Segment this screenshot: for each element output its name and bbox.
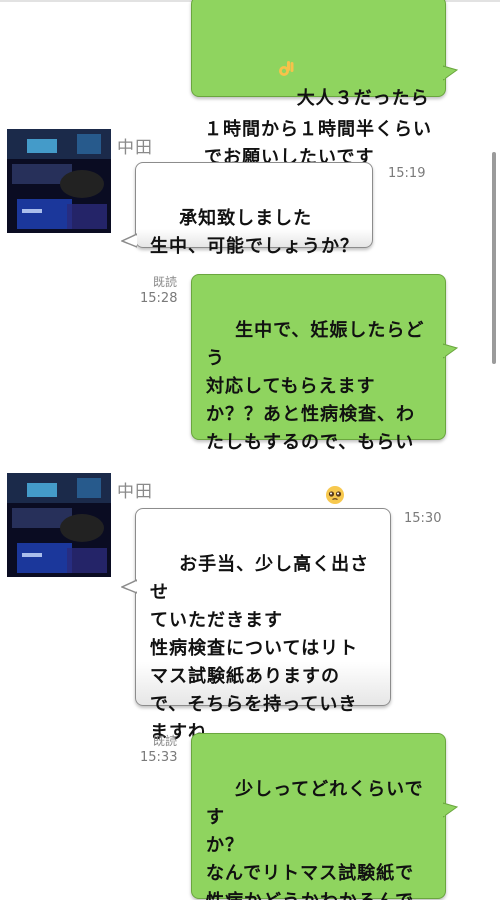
bubble-tail	[442, 285, 459, 359]
message-timestamp: 15:30	[404, 511, 442, 526]
incoming-message-bubble[interactable]: 承知致しました 生中、可能でしょうか？	[120, 162, 373, 257]
outgoing-message-bubble[interactable]: 少しってどれくらいです か？ なんでリトマス試験紙で 性病かどうかわかるんで す…	[191, 733, 459, 900]
contact-name: 中田	[117, 482, 153, 502]
outgoing-message-bubble[interactable]: 生中で、妊娠したらどう 対応してもらえます か？？あと性病検査、わ たしもするの…	[191, 274, 459, 535]
outgoing-message-bubble[interactable]: 大人３だったら１時間から１時間半くらいでお願いしたいです	[191, 0, 459, 219]
message-timestamp: 15:33	[140, 750, 178, 765]
chat-screen: 大人３だったら１時間から１時間半くらいでお願いしたいです 中田 承知致しました …	[0, 0, 500, 900]
bubble-tail	[442, 7, 459, 81]
message-text: 少しってどれくらいです か？ なんでリトマス試験紙で 性病かどうかわかるんで す…	[206, 779, 424, 900]
incoming-message-bubble[interactable]: お手当、少し高く出させ ていただきます 性病検査についてはリト マス試験紙ありま…	[120, 508, 391, 743]
scrollbar[interactable]	[492, 152, 496, 364]
contact-avatar[interactable]	[7, 129, 111, 233]
ok-hand-emoji	[233, 31, 297, 116]
bubble-tail	[442, 744, 459, 818]
message-timestamp: 15:19	[388, 166, 426, 181]
read-receipt: 既読	[153, 275, 178, 289]
bubble-tail	[120, 521, 139, 595]
contact-name: 中田	[117, 138, 153, 158]
message-text: お手当、少し高く出させ ていただきます 性病検査についてはリト マス試験紙ありま…	[150, 554, 370, 743]
bubble-tail	[120, 175, 139, 249]
read-receipt: 既読	[153, 734, 178, 748]
message-timestamp: 15:28	[140, 291, 178, 306]
message-text: 承知致しました 生中、可能でしょうか？	[150, 208, 359, 257]
contact-avatar[interactable]	[7, 473, 111, 577]
